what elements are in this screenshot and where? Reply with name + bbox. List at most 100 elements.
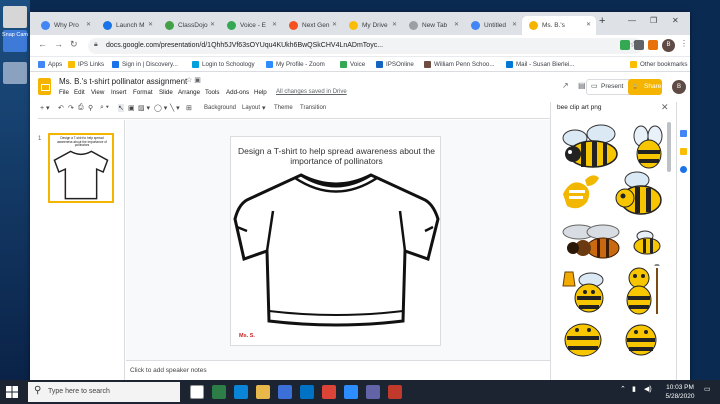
tshirt-outline-image[interactable] xyxy=(233,171,440,331)
edge-browser-icon[interactable] xyxy=(234,385,248,399)
cartoon-bee-clipart-result[interactable] xyxy=(613,170,665,218)
close-icon[interactable]: ✕ xyxy=(512,16,517,35)
transition-button[interactable]: Transition xyxy=(300,105,326,111)
close-icon[interactable]: ✕ xyxy=(454,16,459,35)
menu-help[interactable]: Help xyxy=(254,89,267,96)
bee-clipart-result[interactable] xyxy=(631,124,667,170)
tab-new-tab[interactable]: New Tab ✕ xyxy=(402,16,464,35)
menu-format[interactable]: Format xyxy=(133,89,153,96)
tab-my-drive[interactable]: My Drive ✕ xyxy=(342,16,402,35)
close-window-button[interactable]: ✕ xyxy=(672,16,679,25)
spreadsheet-app-icon[interactable] xyxy=(212,385,226,399)
volume-icon[interactable]: ◀) xyxy=(644,385,652,393)
background-button[interactable]: Background xyxy=(204,105,236,111)
activity-icon[interactable]: ↗ xyxy=(562,81,569,90)
maximize-button[interactable]: ❐ xyxy=(650,16,657,25)
extension-icon[interactable] xyxy=(634,40,644,50)
zoom-icon[interactable]: ⌕ ▾ xyxy=(100,104,109,112)
tab-launch[interactable]: Launch M ✕ xyxy=(96,16,158,35)
back-icon[interactable]: ← xyxy=(38,39,47,49)
menu-tools[interactable]: Tools xyxy=(205,89,219,96)
close-icon[interactable]: ✕ xyxy=(86,16,91,35)
menu-edit[interactable]: Edit xyxy=(74,89,85,96)
bee-clipart-result[interactable] xyxy=(559,124,621,170)
text-box-icon[interactable]: ▣ xyxy=(128,104,135,112)
bee-with-spear-clipart-result[interactable] xyxy=(621,264,665,316)
zoom-app-icon[interactable] xyxy=(344,385,358,399)
bee-with-honey-clipart-result[interactable] xyxy=(559,268,609,316)
presentation-title[interactable]: Ms. B.'s t-shirt pollinator assignment xyxy=(59,77,187,86)
tab-untitled[interactable]: Untitled ✕ xyxy=(464,16,522,35)
teams-icon[interactable] xyxy=(366,385,380,399)
network-icon[interactable]: ▮ xyxy=(632,385,636,393)
line-icon[interactable]: ╲ ▾ xyxy=(170,104,180,112)
bookmark-apps[interactable]: Apps xyxy=(38,57,62,72)
slide-instructions-text[interactable]: Design a T-shirt to help spread awarenes… xyxy=(231,146,442,166)
small-bee-clipart-result[interactable] xyxy=(631,228,663,256)
tab-why-pro[interactable]: Why Pro ✕ xyxy=(34,16,96,35)
tab-classdojo[interactable]: ClassDojo ✕ xyxy=(158,16,220,35)
tab-ms-b-active[interactable]: Ms. B.'s ✕ xyxy=(522,16,596,35)
chevron-down-icon[interactable]: ▾ xyxy=(262,104,266,112)
reload-icon[interactable]: ↻ xyxy=(70,39,78,50)
new-tab-button[interactable]: + xyxy=(599,15,605,27)
close-icon[interactable]: ✕ xyxy=(272,16,277,35)
extension-icon[interactable] xyxy=(620,40,630,50)
slide-canvas[interactable]: Design a T-shirt to help spread awarenes… xyxy=(230,136,441,346)
bookmark-zoom[interactable]: My Profile - Zoom xyxy=(266,57,325,72)
tasks-icon[interactable] xyxy=(680,166,687,173)
round-bee-clipart-result[interactable] xyxy=(621,320,661,360)
slides-logo-icon[interactable] xyxy=(38,78,51,95)
bookmark-discovery[interactable]: Sign in | Discovery... xyxy=(112,57,178,72)
slide-thumbnail[interactable]: Design a T-shirt to help spread awarenes… xyxy=(48,133,114,203)
close-icon[interactable]: ✕ xyxy=(332,16,337,35)
redo-icon[interactable]: ↷ xyxy=(68,104,74,112)
bookmark-william-penn[interactable]: William Penn Schoo... xyxy=(424,57,495,72)
chrome-icon[interactable] xyxy=(322,385,336,399)
close-icon[interactable]: ✕ xyxy=(661,102,669,113)
calendar-icon[interactable] xyxy=(680,130,687,137)
task-view-icon[interactable] xyxy=(190,385,204,399)
bee-logo-clipart-result[interactable] xyxy=(557,172,603,216)
file-explorer-icon[interactable] xyxy=(256,385,270,399)
realistic-bee-clipart-result[interactable] xyxy=(559,220,621,266)
forward-icon[interactable]: → xyxy=(54,39,63,49)
extension-icon[interactable] xyxy=(648,40,658,50)
close-icon[interactable]: ✕ xyxy=(392,16,397,35)
menu-addons[interactable]: Add-ons xyxy=(226,89,249,96)
image-search-query[interactable]: bee clip art png xyxy=(557,104,601,111)
panel-scrollbar[interactable] xyxy=(667,122,671,172)
print-icon[interactable]: ⎙ xyxy=(78,104,84,112)
menu-view[interactable]: View xyxy=(91,89,104,96)
store-icon[interactable] xyxy=(278,385,292,399)
select-icon[interactable]: ↖ xyxy=(118,104,124,112)
account-avatar[interactable]: B xyxy=(672,80,686,94)
taskbar-clock[interactable]: 10:03 PM 5/28/2020 xyxy=(660,383,700,401)
menu-arrange[interactable]: Arrange xyxy=(178,89,200,96)
menu-file[interactable]: File xyxy=(59,89,69,96)
windows-start-icon[interactable] xyxy=(6,386,18,398)
shape-icon[interactable]: ◯ ▾ xyxy=(154,104,167,112)
speaker-notes[interactable]: Click to add speaker notes xyxy=(126,360,550,380)
mail-app-icon[interactable] xyxy=(300,385,314,399)
taskbar-search-box[interactable]: ⚲ Type here to search xyxy=(28,382,180,402)
star-move-icons[interactable]: ☆ ▣ xyxy=(186,76,201,84)
bookmark-other[interactable]: Other bookmarks xyxy=(630,57,687,72)
close-icon[interactable]: ✕ xyxy=(210,16,215,35)
bookmark-voice[interactable]: Voice xyxy=(340,57,365,72)
file-icon[interactable] xyxy=(3,6,27,28)
comment-icon[interactable]: ⊞ xyxy=(186,104,192,112)
save-status[interactable]: All changes saved in Drive xyxy=(276,89,347,95)
browser-profile-avatar[interactable]: B xyxy=(662,39,675,52)
bookmark-ipsonline[interactable]: IPSOnline xyxy=(376,57,414,72)
more-menu-icon[interactable]: ⋮ xyxy=(680,39,688,48)
show-hidden-icons-icon[interactable]: ⌃ xyxy=(620,385,626,393)
new-slide-icon[interactable]: + ▾ xyxy=(40,104,50,112)
share-button[interactable]: Share xyxy=(628,79,662,95)
bookmark-schoology[interactable]: Login to Schoology xyxy=(192,57,255,72)
bookmark-ips-links[interactable]: IPS Links xyxy=(68,57,104,72)
bee-character-clipart-result[interactable] xyxy=(559,318,609,358)
acrobat-icon[interactable] xyxy=(388,385,402,399)
keep-icon[interactable] xyxy=(680,148,687,155)
undo-icon[interactable]: ↶ xyxy=(58,104,64,112)
